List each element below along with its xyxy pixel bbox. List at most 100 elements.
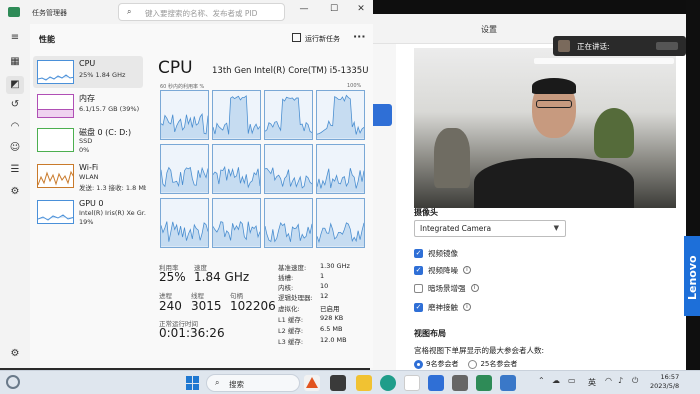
meeting-window-top-bar xyxy=(370,0,700,14)
meeting-app-icon[interactable] xyxy=(500,375,516,391)
processes-icon[interactable]: ▦ xyxy=(9,56,21,68)
resource-item-gpu[interactable]: GPU 0 Intel(R) Iris(R) Xe Gr... 19% xyxy=(33,196,150,228)
app-history-icon[interactable]: ↺ xyxy=(9,99,21,111)
option-label: 磨神接触 xyxy=(428,302,458,312)
option-label: 视频镜像 xyxy=(428,248,458,258)
details-icon[interactable]: ☰ xyxy=(9,164,21,176)
spec-key: 插槽: xyxy=(278,274,294,282)
spec-value: 12 xyxy=(320,292,329,300)
wifi-icon[interactable]: ◠ xyxy=(605,376,612,385)
camera-select[interactable]: Integrated Camera ▼ xyxy=(414,220,566,237)
gpu-mini-graph xyxy=(37,200,74,224)
users-icon[interactable]: ☺ xyxy=(9,142,21,154)
spec-key: L3 缓存: xyxy=(278,338,304,346)
services-icon[interactable]: ⚙ xyxy=(9,186,21,198)
search-icon: ⌕ xyxy=(127,7,132,16)
checkbox-unchecked-icon[interactable] xyxy=(414,283,423,293)
taskbar-search[interactable]: ⌕ 搜索 xyxy=(206,374,300,392)
core-utilization-area xyxy=(317,168,364,193)
cloud-icon[interactable]: ☁ xyxy=(552,376,560,385)
settings-window: 设置 摄像头 Integrated Camera ▼ ✓ 视频镜像 ✓ 视频降噪… xyxy=(370,14,686,370)
spec-value: 10 xyxy=(320,282,329,290)
resource-item-wifi[interactable]: Wi-Fi WLAN 发送: 1.3 接收: 1.8 Mb xyxy=(33,160,148,192)
core-graph xyxy=(316,144,365,194)
core-graph xyxy=(212,144,261,194)
resource-item-disk[interactable]: 磁盘 0 (C: D:) SSD 0% xyxy=(33,124,143,156)
resource-item-memory[interactable]: 内存 6.1/15.7 GB (39%) xyxy=(33,90,143,122)
power-icon[interactable]: ⏻ xyxy=(632,376,638,386)
run-new-task-button[interactable]: 运行新任务 xyxy=(292,33,340,44)
spec-value: 928 KB xyxy=(320,314,344,322)
nav-rail: ≡ ▦ ◩ ↺ ◠ ☺ ☰ ⚙ ⚙ xyxy=(0,24,30,368)
threads-value: 3015 xyxy=(191,299,222,313)
core-graph xyxy=(160,90,209,140)
task-manager-icon[interactable] xyxy=(476,375,492,391)
cpu-detail-panel: CPU 13th Gen Intel(R) Core(TM) i5-1335U … xyxy=(146,54,373,368)
weather-icon[interactable] xyxy=(6,375,20,389)
checkbox-checked-icon[interactable]: ✓ xyxy=(414,265,423,275)
camera-preview xyxy=(414,48,676,208)
option-low-light[interactable]: 暗场景增强 i xyxy=(414,282,479,294)
spec-value: 已启用 xyxy=(320,305,340,313)
battery-icon[interactable]: ▭ xyxy=(568,376,576,385)
mail-icon[interactable] xyxy=(428,375,444,391)
layout-option-25[interactable]: 25名参会者 xyxy=(468,359,517,369)
camera-select-value: Integrated Camera xyxy=(420,224,492,233)
input-language[interactable]: 英 xyxy=(588,377,596,388)
minimize-button[interactable]: — xyxy=(296,4,312,18)
layout-option-9[interactable]: 9名参会者 xyxy=(414,359,458,369)
date: 2023/5/8 xyxy=(650,382,680,390)
cpu-mini-graph xyxy=(37,60,74,84)
utilization-value: 25% xyxy=(159,270,186,284)
file-explorer-icon[interactable] xyxy=(356,375,372,391)
app-title: 任务管理器 xyxy=(32,9,67,17)
info-icon[interactable]: i xyxy=(463,303,471,311)
task-view-icon[interactable] xyxy=(330,375,346,391)
clock[interactable]: 16:57 2023/5/8 xyxy=(650,373,679,391)
settings-icon[interactable]: ⚙ xyxy=(9,348,21,360)
wifi-mini-graph xyxy=(37,164,74,188)
checkbox-checked-icon[interactable]: ✓ xyxy=(414,302,423,312)
store-icon[interactable] xyxy=(404,375,420,391)
speaker-name-redacted xyxy=(656,42,678,50)
search-input[interactable]: ⌕ 键入要搜索的名称、发布者或 PID xyxy=(118,3,285,21)
info-icon[interactable]: i xyxy=(470,284,479,292)
option-video-mirror[interactable]: ✓ 视频镜像 xyxy=(414,247,458,259)
core-graph xyxy=(264,198,313,248)
option-video-denoise[interactable]: ✓ 视频降噪 i xyxy=(414,264,471,276)
option-eye-contact[interactable]: ✓ 磨神接触 i xyxy=(414,301,471,313)
layout-options: 9名参会者 25名参会者 xyxy=(414,359,517,369)
layout-section-label: 视图布局 xyxy=(414,329,446,338)
chevron-down-icon: ▼ xyxy=(553,224,559,232)
speaking-label: 正在讲话: xyxy=(577,42,610,51)
volume-icon[interactable]: ♪ xyxy=(618,376,623,385)
maximize-button[interactable]: ☐ xyxy=(326,4,342,18)
more-options-button[interactable]: ··· xyxy=(353,30,366,43)
spec-key: 逻辑处理器: xyxy=(278,294,313,302)
settings-nav-selected-tab[interactable] xyxy=(370,104,392,126)
checkbox-checked-icon[interactable]: ✓ xyxy=(414,248,423,258)
cpu-core-graphs xyxy=(160,90,366,248)
menu-icon[interactable]: ≡ xyxy=(9,32,21,44)
resource-item-cpu[interactable]: CPU 25% 1.84 GHz xyxy=(33,56,143,88)
start-button[interactable] xyxy=(186,376,200,390)
spec-value: 1.30 GHz xyxy=(320,262,350,270)
spec-key: L2 缓存: xyxy=(278,327,304,335)
edge-icon[interactable] xyxy=(380,375,396,391)
taskbar: ⌕ 搜索 ⌃ ☁ ▭ 英 ◠ ♪ ⏻ 16:57 2023/5/8 xyxy=(0,370,700,394)
task-manager-app-icon xyxy=(8,7,20,17)
performance-icon[interactable]: ◩ xyxy=(9,79,21,91)
core-graph xyxy=(160,144,209,194)
speaking-indicator: 正在讲话: xyxy=(553,36,686,56)
core-graph xyxy=(212,198,261,248)
processes-value: 240 xyxy=(159,299,182,313)
close-button[interactable]: ✕ xyxy=(353,4,369,18)
core-graph xyxy=(264,144,313,194)
info-icon[interactable]: i xyxy=(463,266,471,274)
app-a-icon[interactable] xyxy=(304,375,320,391)
startup-apps-icon[interactable]: ◠ xyxy=(9,121,21,133)
chevron-up-icon[interactable]: ⌃ xyxy=(538,376,545,385)
photos-icon[interactable] xyxy=(452,375,468,391)
option-label: 暗场景增强 xyxy=(428,283,466,293)
resource-list: CPU 25% 1.84 GHz 内存 6.1/15.7 GB (39%) 磁盘… xyxy=(30,54,150,368)
